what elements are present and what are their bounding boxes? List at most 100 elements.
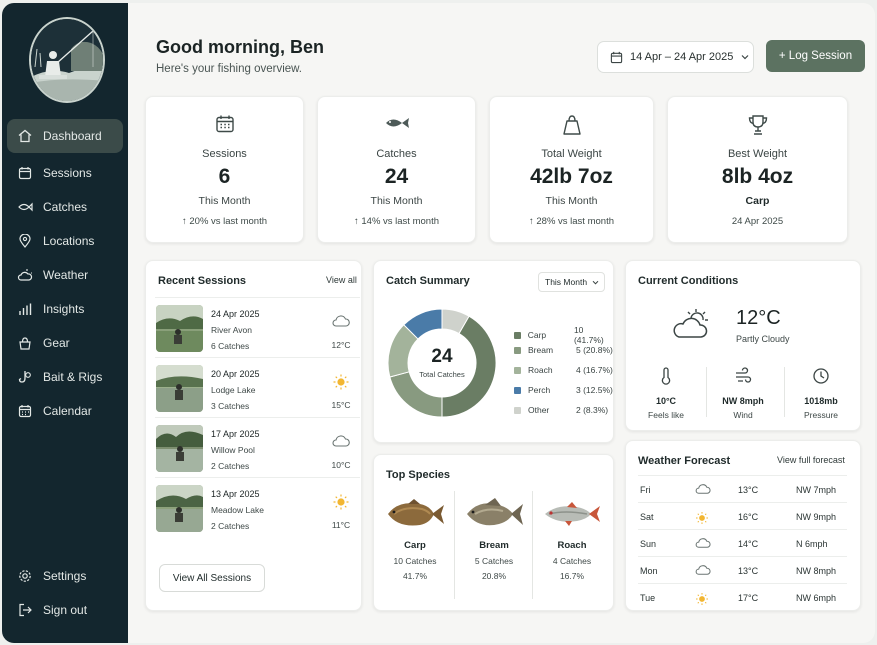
- legend-value: 2 (8.3%): [576, 405, 609, 415]
- log-session-button[interactable]: + Log Session: [766, 40, 865, 72]
- sun-icon: [331, 374, 351, 390]
- session-row[interactable]: 17 Apr 2025 Willow Pool 2 Catches 10°C: [155, 417, 360, 477]
- condition-pressure: 1018mb Pressure: [786, 367, 856, 420]
- species-catches: 4 Catches: [552, 556, 592, 566]
- view-full-forecast-link[interactable]: View full forecast: [777, 455, 845, 465]
- sidebar-item-insights[interactable]: Insights: [7, 292, 123, 326]
- condition-value: NW 8mph: [722, 396, 764, 406]
- trophy-icon: [668, 114, 847, 136]
- sidebar-item-weather[interactable]: Weather: [7, 258, 123, 292]
- divider: [454, 491, 455, 599]
- species-catches: 5 Catches: [474, 556, 514, 566]
- divider: [532, 491, 533, 599]
- sidebar-item-label: Sign out: [43, 603, 88, 617]
- stat-change: ↑ 28% vs last month: [528, 216, 614, 227]
- cloud-icon: [331, 434, 351, 448]
- sidebar-item-sessions[interactable]: Sessions: [7, 156, 123, 190]
- divider: [784, 367, 785, 417]
- chevron-down-icon: [741, 54, 749, 60]
- sidebar-item-label: Settings: [43, 569, 87, 583]
- species-catches: 10 Catches: [393, 556, 437, 566]
- sidebar-item-sign-out[interactable]: Sign out: [7, 593, 123, 627]
- stat-card-total-weight: Total Weight 42lb 7oz This Month ↑ 28% v…: [489, 96, 654, 243]
- cloud-icon: [694, 537, 712, 551]
- condition-label: Wind: [733, 410, 753, 420]
- forecast-wind: NW 7mph: [796, 485, 837, 495]
- bar-chart-icon: [17, 301, 33, 317]
- legend-swatch: [514, 331, 521, 339]
- session-photo: [156, 485, 203, 532]
- session-row[interactable]: 13 Apr 2025 Meadow Lake 2 Catches 11°C: [155, 477, 360, 537]
- species-item[interactable]: Bream 5 Catches 20.8%: [456, 497, 532, 581]
- top-species-card: Top Species Carp 10 Catches 41.7% Bream …: [373, 454, 614, 611]
- forecast-wind: NW 6mph: [796, 593, 837, 603]
- sidebar-item-gear[interactable]: Gear: [7, 326, 123, 360]
- legend-item: Other 2 (8.3%): [514, 405, 614, 415]
- bream-fish-icon: [456, 497, 532, 536]
- species-item[interactable]: Roach 4 Catches 16.7%: [534, 497, 610, 581]
- session-location: Lodge Lake: [211, 385, 256, 395]
- catch-summary-card: Catch Summary This Month 24 Total Catche…: [373, 260, 614, 443]
- forecast-temp: 16°C: [738, 512, 759, 522]
- view-all-sessions-button[interactable]: View All Sessions: [159, 564, 265, 592]
- stat-card-sessions: Sessions 6 This Month ↑ 20% vs last mont…: [145, 96, 304, 243]
- legend-item: Perch 3 (12.5%): [514, 385, 614, 395]
- forecast-temp: 13°C: [738, 485, 759, 495]
- species-percent: 41.7%: [402, 571, 428, 581]
- stat-period: This Month: [370, 195, 423, 207]
- sidebar-item-calendar[interactable]: Calendar: [7, 394, 123, 428]
- legend-value: 10 (41.7%): [573, 325, 604, 345]
- sidebar-item-label: Bait & Rigs: [43, 370, 103, 384]
- view-all-link[interactable]: View all: [326, 275, 357, 285]
- thermometer-icon: [631, 367, 701, 390]
- stat-value: 8lb 4oz: [721, 165, 794, 188]
- condition-value: 1018mb: [804, 396, 838, 406]
- stat-period: This Month: [198, 195, 251, 207]
- total-catches-value: 24: [431, 346, 453, 367]
- session-row[interactable]: 24 Apr 2025 River Avon 6 Catches 12°C: [155, 297, 360, 357]
- legend-swatch: [514, 386, 521, 394]
- session-row[interactable]: 20 Apr 2025 Lodge Lake 3 Catches 15°C: [155, 357, 360, 417]
- sidebar-item-dashboard[interactable]: Dashboard: [7, 119, 123, 153]
- legend-swatch: [514, 406, 521, 414]
- session-temp: 11°C: [331, 520, 351, 530]
- legend-item: Bream 5 (20.8%): [514, 345, 614, 355]
- legend-label: Bream: [528, 345, 554, 355]
- card-title: Top Species: [386, 469, 450, 481]
- cloud-icon: [694, 483, 712, 497]
- forecast-temp: 13°C: [738, 566, 759, 576]
- forecast-temp: 14°C: [738, 539, 759, 549]
- session-temp: 10°C: [331, 460, 351, 470]
- period-label: This Month: [545, 277, 588, 287]
- sidebar-item-locations[interactable]: Locations: [7, 224, 123, 258]
- condition-label: Pressure: [803, 410, 838, 420]
- app-window: Dashboard Sessions Catches Locations Wea…: [2, 3, 875, 643]
- sidebar-item-catches[interactable]: Catches: [7, 190, 123, 224]
- condition-label: Feels like: [648, 410, 684, 420]
- legend-item: Roach 4 (16.7%): [514, 365, 614, 375]
- chevron-down-icon: [592, 280, 599, 285]
- forecast-wind: NW 9mph: [796, 512, 837, 522]
- legend-label: Carp: [527, 330, 547, 340]
- page-title: Good morning, Ben: [156, 37, 324, 57]
- carp-fish-icon: [377, 497, 453, 536]
- gauge-icon: [786, 367, 856, 390]
- legend-label: Perch: [528, 385, 551, 395]
- gear-bag-icon: [17, 335, 33, 351]
- fish-icon: [318, 114, 475, 132]
- legend-swatch: [514, 366, 521, 374]
- date-range-picker[interactable]: 14 Apr – 24 Apr 2025: [597, 41, 754, 73]
- sidebar-item-bait-rigs[interactable]: Bait & Rigs: [7, 360, 123, 394]
- partly-cloudy-icon: [670, 305, 714, 346]
- forecast-row: Mon 13°C NW 8mph: [638, 556, 847, 583]
- legend-label: Roach: [528, 365, 553, 375]
- current-conditions-card: Current Conditions 12°C Partly Cloudy 10…: [625, 260, 861, 431]
- period-dropdown[interactable]: This Month: [538, 272, 605, 292]
- species-item[interactable]: Carp 10 Catches 41.7%: [377, 497, 453, 581]
- session-catches: 2 Catches: [211, 461, 250, 471]
- sidebar-item-label: Sessions: [43, 166, 92, 180]
- sun-icon: [331, 494, 351, 510]
- divider: [706, 367, 707, 417]
- sidebar-item-settings[interactable]: Settings: [7, 559, 123, 593]
- weight-icon: [490, 114, 653, 136]
